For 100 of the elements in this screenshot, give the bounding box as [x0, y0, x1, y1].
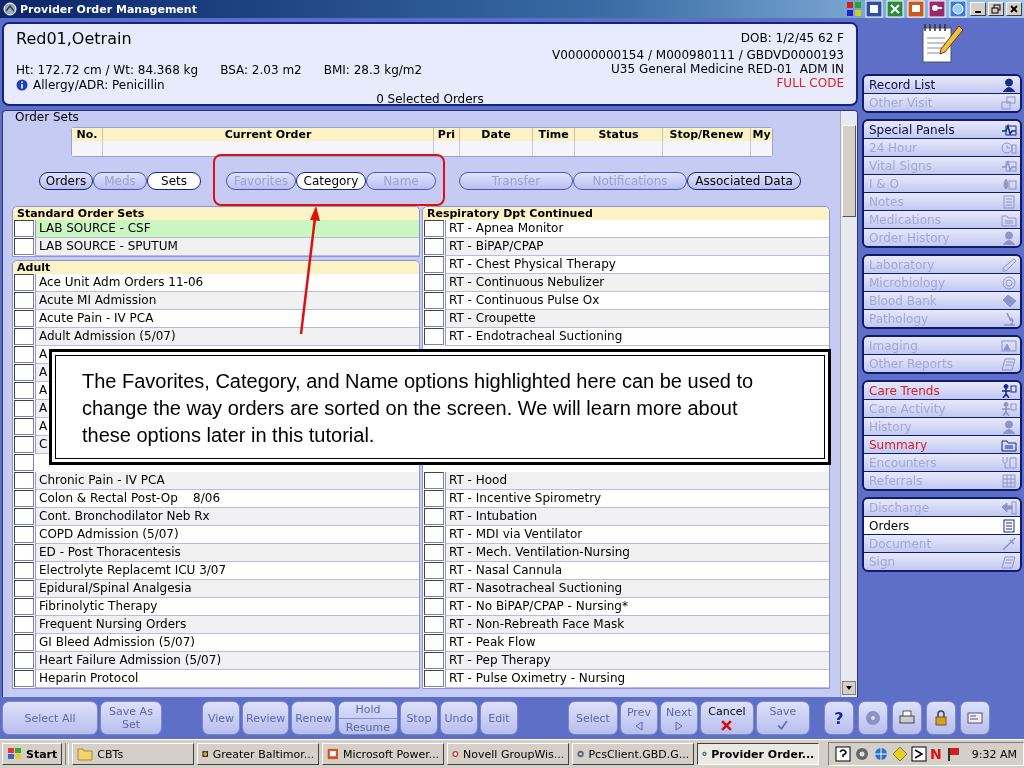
height-weight: Ht: 172.72 cm / Wt: 84.368 kg: [16, 63, 199, 77]
taskbar-button[interactable]: Novell GroupWis...: [447, 743, 570, 765]
clock: 9:32 AM: [971, 747, 1017, 761]
sidebar-label: Discharge: [869, 500, 930, 515]
order-set-name[interactable]: RT - BiPAP/CPAP: [445, 238, 829, 256]
sidebar-label: Blood Bank: [869, 293, 937, 308]
sidebar-label: Summary: [869, 437, 927, 452]
section-header: Standard Order Sets: [13, 207, 419, 220]
order-set-name[interactable]: RT - Continuous Pulse Ox: [445, 292, 829, 310]
sidebar-label: History: [869, 419, 912, 434]
unit-text: U35 General Medicine RED-01 ADM IN: [611, 62, 844, 76]
sidebar-label: Document: [869, 536, 932, 551]
order-set-name[interactable]: A: [39, 364, 48, 381]
bmi-value: BMI: 28.3 kg/m2: [323, 63, 423, 77]
allergy-text: Allergy/ADR: Penicillin: [33, 78, 165, 92]
sidebar-label: Referrals: [869, 473, 923, 488]
section-header: Respiratory Dpt Continued: [423, 207, 829, 220]
column-header: Pri: [434, 128, 460, 141]
taskbar-button[interactable]: Greater Baltimor...: [197, 743, 320, 765]
start-button[interactable]: Start: [2, 743, 63, 765]
section-header: Adult: [13, 261, 419, 274]
sidebar-label: Orders: [869, 518, 910, 533]
order-set-name[interactable]: A: [39, 418, 48, 435]
order-set-name[interactable]: RT - Peak Flow: [445, 634, 829, 652]
order-set-name[interactable]: RT - Hood: [445, 472, 829, 490]
sidebar-label: Sign: [869, 554, 896, 569]
sidebar-label: Notes: [869, 194, 904, 209]
sidebar-item[interactable]: Orders: [864, 517, 1020, 534]
sidebar-label: Laboratory: [869, 257, 935, 272]
sidebar-label: Imaging: [869, 338, 918, 353]
help-button[interactable]: ?: [823, 701, 854, 736]
order-set-name[interactable]: GI Bleed Admission (5/07): [39, 634, 195, 651]
sidebar-item[interactable]: Special Panels: [864, 121, 1020, 138]
sidebar-label: Microbiology: [869, 275, 945, 290]
sidebar-label: Other Visit: [869, 95, 933, 110]
code-status: FULL CODE: [776, 76, 844, 90]
order-set-name[interactable]: RT - Croupette: [445, 310, 829, 328]
order-set-name[interactable]: RT - Continuous Nebulizer: [445, 274, 829, 292]
sidebar-label: Care Activity: [869, 401, 946, 416]
order-set-name[interactable]: Heparin Protocol: [39, 670, 139, 687]
sidebar-label: Other Reports: [869, 356, 953, 371]
patient-name: Red01,Oetrain: [16, 29, 133, 48]
order-set-name[interactable]: A: [39, 400, 48, 417]
order-set-name[interactable]: RT - Nasotracheal Suctioning: [445, 580, 829, 598]
sidebar-label: Medications: [869, 212, 941, 227]
taskbar-button[interactable]: Microsoft Power...: [322, 743, 445, 765]
selected-orders-count: 0 Selected Orders: [376, 92, 484, 106]
window-title: Provider Order Management: [20, 2, 197, 16]
column-header: Time: [533, 128, 575, 141]
sidebar-label: 24 Hour: [869, 140, 917, 155]
taskbar-button[interactable]: PcsClient.GBD.G...: [572, 743, 695, 765]
bsa-value: BSA: 2.03 m2: [220, 63, 302, 77]
sidebar-label: Order History: [869, 230, 950, 245]
order-set-name[interactable]: COPD Admission (5/07): [39, 526, 179, 543]
sidebar-item[interactable]: Summary: [864, 436, 1020, 453]
taskbar-button[interactable]: CBTs: [72, 743, 195, 765]
sidebar-item[interactable]: Record List: [864, 76, 1020, 93]
order-set-name[interactable]: RT - Pulse Oximetry - Nursing: [445, 670, 829, 688]
order-set-name[interactable]: RT - Apnea Monitor: [445, 220, 829, 238]
order-set-name[interactable]: A: [39, 382, 48, 399]
sidebar-label: Special Panels: [869, 122, 955, 137]
view-tab[interactable]: Sets: [147, 172, 201, 190]
order-set-name[interactable]: RT - No BiPAP/CPAP - Nursing*: [445, 598, 829, 616]
order-set-name[interactable]: Ace Unit Adm Orders 11-06: [39, 274, 204, 291]
order-set-name[interactable]: Colon & Rectal Post-Op 8/06: [39, 490, 220, 507]
order-set-name[interactable]: Electrolyte Replacemt ICU 3/07: [39, 562, 227, 579]
view-tab[interactable]: Orders: [39, 172, 93, 190]
column-header: My: [751, 128, 772, 141]
order-set-name[interactable]: RT - Intubation: [445, 508, 829, 526]
sidebar-label: Pathology: [869, 311, 929, 326]
order-set-name[interactable]: Acute Pain - IV PCA: [39, 310, 154, 327]
order-set-name[interactable]: RT - MDI via Ventilator: [445, 526, 829, 544]
order-set-name[interactable]: RT - Pep Therapy: [445, 652, 829, 670]
column-header: Stop/Renew: [663, 128, 751, 141]
order-set-name[interactable]: RT - Mech. Ventilation-Nursing: [445, 544, 829, 562]
sidebar-label: Record List: [869, 77, 936, 92]
column-header: Current Order: [103, 128, 434, 141]
sidebar-item[interactable]: Care Trends: [864, 382, 1020, 399]
taskbar-button[interactable]: Provider Order...: [697, 743, 820, 765]
action-button[interactable]: Associated Data: [687, 172, 801, 190]
order-set-name[interactable]: C: [39, 436, 48, 453]
order-set-name[interactable]: RT - Incentive Spirometry: [445, 490, 829, 508]
toolbar-button[interactable]: Cancel: [699, 701, 754, 736]
callout-text: The Favorites, Category, and Name options highlighted here can be used to change the way orders are sorted on the screen. We will learn more about these options later in this tutorial.: [82, 369, 755, 448]
order-set-name[interactable]: A: [39, 346, 48, 363]
sidebar-label: Care Trends: [869, 383, 940, 398]
dob-text: DOB: 1/2/45 62 F: [740, 31, 844, 45]
patient-ids: V00000000154 / M000980111 / GBDVD0000193: [551, 48, 844, 62]
sidebar-label: Encounters: [869, 455, 937, 470]
order-set-name[interactable]: Fibrinolytic Therapy: [39, 598, 158, 615]
order-set-name[interactable]: RT - Nasal Cannula: [445, 562, 829, 580]
order-set-name[interactable]: RT - Non-Rebreath Face Mask: [445, 616, 829, 634]
panel-title: Order Sets: [14, 111, 79, 126]
column-header: Status: [575, 128, 663, 141]
order-set-name[interactable]: RT - Endotracheal Suctioning: [445, 328, 829, 346]
column-header: Date: [460, 128, 533, 141]
sort-tab[interactable]: Category: [296, 172, 366, 190]
order-set-name[interactable]: RT - Chest Physical Therapy: [445, 256, 829, 274]
sidebar-label: Vital Signs: [869, 158, 932, 173]
column-header: No.: [72, 128, 103, 141]
